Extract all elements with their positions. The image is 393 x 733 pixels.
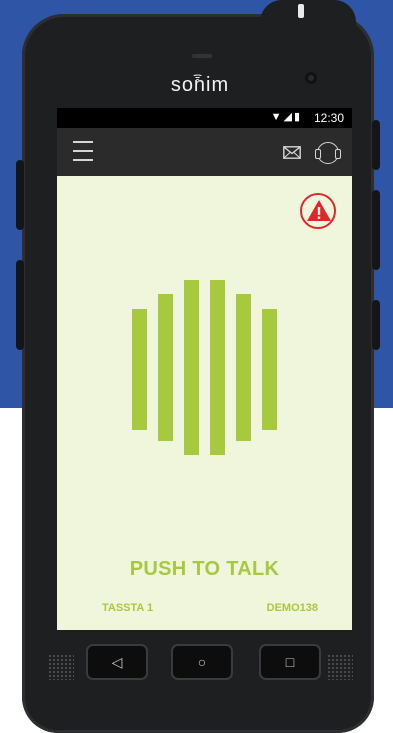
home-icon: ○ <box>197 654 207 670</box>
warning-triangle-icon <box>307 200 331 221</box>
push-to-talk-label: PUSH TO TALK <box>129 558 280 580</box>
phone-top-tab <box>260 0 356 60</box>
recent-apps-button[interactable]: □ <box>259 644 321 680</box>
top-led-indicator <box>298 4 304 18</box>
headset-icon[interactable] <box>315 142 341 164</box>
back-icon: ◁ <box>111 653 123 670</box>
side-right-button-low[interactable] <box>372 300 380 350</box>
side-right-button-mid[interactable] <box>372 190 380 270</box>
ptt-button-graphic[interactable] <box>132 280 279 460</box>
speaker-grille-left <box>48 654 74 680</box>
channel-name: TASSTA 1 <box>102 602 154 614</box>
earpiece <box>192 54 212 58</box>
app-bar <box>57 128 352 176</box>
status-icons: ▼◢▮ <box>270 111 302 123</box>
ptt-main-area[interactable]: PUSH TO TALK TASSTA 1 DEMO138 <box>57 176 352 630</box>
side-right-button-top[interactable] <box>372 120 380 170</box>
phone-screen: ▼◢▮ 12:30 PUSH TO TALK TASSTA 1 DEMO138 <box>57 108 352 630</box>
ptt-bar <box>184 280 199 455</box>
side-ptt-button[interactable] <box>16 260 24 350</box>
speaker-grille-right <box>327 654 353 680</box>
user-name: DEMO138 <box>266 602 318 614</box>
ptt-bar <box>158 294 173 441</box>
recent-apps-icon: □ <box>285 654 295 670</box>
front-camera <box>305 72 317 84</box>
ptt-bar <box>132 309 147 430</box>
envelope-icon[interactable] <box>283 146 301 159</box>
emergency-alert-button[interactable] <box>300 193 336 229</box>
status-bar: ▼◢▮ 12:30 <box>57 108 352 128</box>
ptt-bar <box>262 309 277 430</box>
ptt-bar <box>236 294 251 441</box>
ptt-bar <box>210 280 225 455</box>
home-button[interactable]: ○ <box>171 644 233 680</box>
status-time: 12:30 <box>313 111 344 125</box>
brand-logo: sonim <box>170 74 230 96</box>
back-button[interactable]: ◁ <box>86 644 148 680</box>
side-volume-button[interactable] <box>16 160 24 230</box>
hamburger-menu-icon[interactable] <box>73 141 93 163</box>
